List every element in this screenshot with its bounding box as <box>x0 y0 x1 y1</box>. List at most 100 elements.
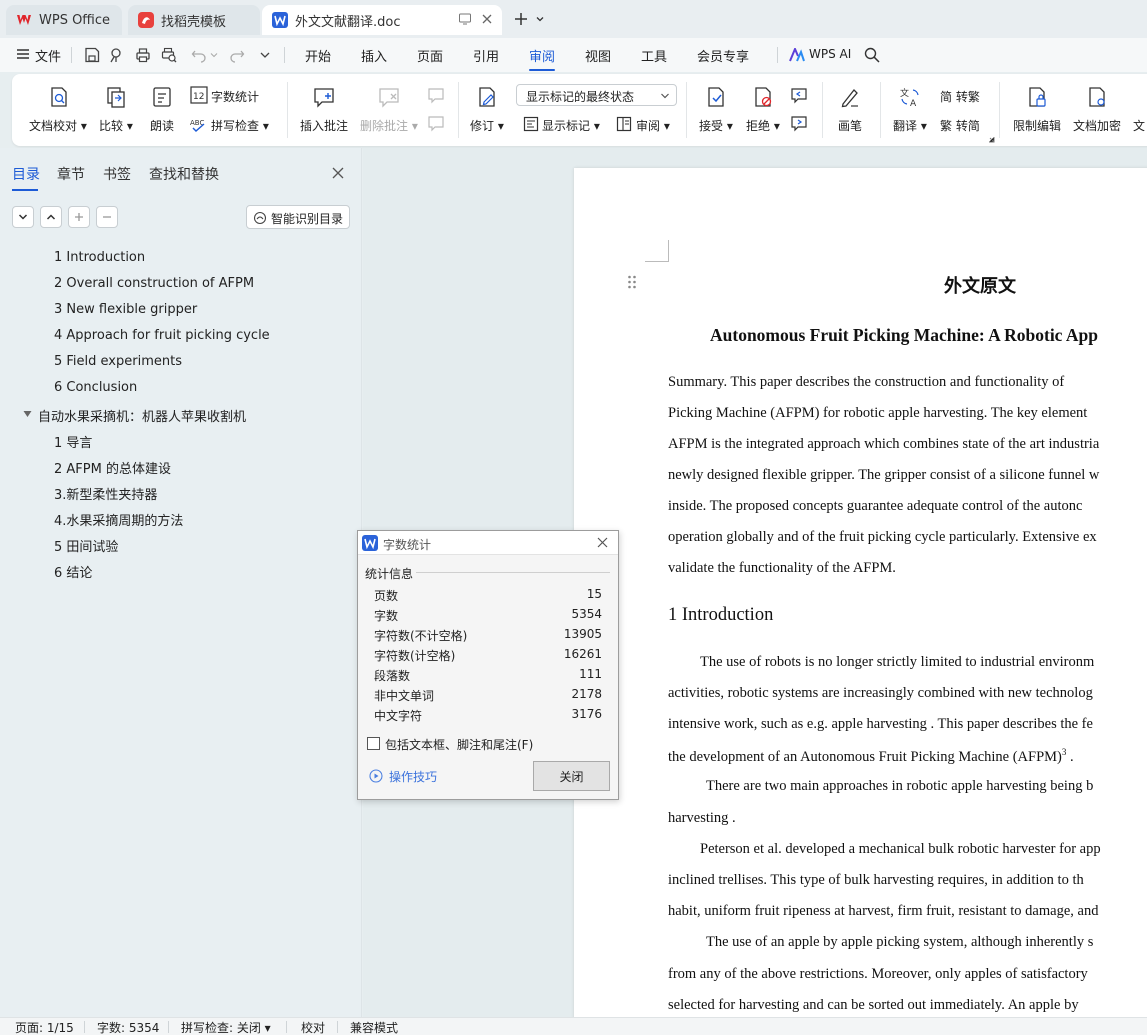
next-comment-icon[interactable] <box>427 114 445 132</box>
tab-bookmarks[interactable]: 书签 <box>103 164 131 184</box>
window-mode-icon[interactable] <box>458 12 472 26</box>
close-tab-icon[interactable] <box>480 12 494 26</box>
markup-state-select[interactable]: 显示标记的最终状态 <box>516 84 677 106</box>
track-changes-icon[interactable] <box>476 86 498 108</box>
redo-icon[interactable] <box>228 46 246 64</box>
hamburger-icon[interactable] <box>16 47 30 61</box>
tab-list-chevron-icon[interactable] <box>534 10 546 28</box>
collapse-triangle-icon[interactable] <box>23 410 32 418</box>
wps-ai-icon[interactable] <box>789 48 805 62</box>
previous-comment-icon[interactable] <box>427 86 445 104</box>
close-pane-icon[interactable] <box>331 166 345 180</box>
toc-item[interactable]: 1 导言 <box>54 432 92 451</box>
reject-change-icon[interactable] <box>752 86 774 108</box>
next-change-icon[interactable] <box>790 114 808 132</box>
play-circle-icon[interactable] <box>369 769 383 783</box>
compare-button[interactable]: 比较 ▾ <box>99 117 133 134</box>
show-markup-button[interactable]: 显示标记 ▾ <box>542 117 600 134</box>
reject-button[interactable]: 拒绝 ▾ <box>746 117 780 134</box>
doc-permission-button[interactable]: 文 <box>1133 117 1145 134</box>
restrict-edit-icon[interactable] <box>1026 86 1048 108</box>
menu-member[interactable]: 会员专享 <box>697 46 749 65</box>
wps-ai-label[interactable]: WPS AI <box>809 47 851 61</box>
spell-check-button[interactable]: 拼写检查 ▾ <box>211 117 269 134</box>
review-pane-button[interactable]: 审阅 ▾ <box>636 117 670 134</box>
document-page[interactable]: 外文原文 Autonomous Fruit Picking Machine: A… <box>574 168 1147 1017</box>
proofread-status[interactable]: 校对 <box>301 1019 325 1035</box>
toc-item[interactable]: 6 Conclusion <box>54 380 137 395</box>
expand-all-button[interactable] <box>12 206 34 228</box>
toc-item[interactable]: 2 AFPM 的总体建设 <box>54 458 171 477</box>
doc-encrypt-icon[interactable] <box>1086 86 1108 108</box>
insert-comment-button[interactable]: 插入批注 <box>300 117 348 134</box>
tab-toc[interactable]: 目录 <box>12 164 40 191</box>
more-chevron-icon[interactable] <box>256 46 274 64</box>
search-icon[interactable] <box>864 47 880 63</box>
tab-chapters[interactable]: 章节 <box>57 164 85 184</box>
tab-document[interactable]: 外文文献翻译.doc <box>262 5 502 35</box>
drag-handle-icon[interactable] <box>627 274 637 290</box>
collapse-all-button[interactable] <box>40 206 62 228</box>
toc-item[interactable]: 5 Field experiments <box>54 354 182 369</box>
translate-button[interactable]: 翻译 ▾ <box>893 117 927 134</box>
doc-encrypt-button[interactable]: 文档加密 <box>1073 117 1121 134</box>
tab-docer-templates[interactable]: 找稻壳模板 <box>128 5 260 35</box>
previous-change-icon[interactable] <box>790 86 808 104</box>
compare-icon[interactable] <box>105 86 127 108</box>
spell-check-icon[interactable]: ABC <box>190 116 208 134</box>
accept-change-icon[interactable] <box>705 86 727 108</box>
menu-insert[interactable]: 插入 <box>361 46 387 65</box>
toc-item[interactable]: 自动水果采摘机：机器人苹果收割机 <box>38 406 246 425</box>
track-changes-button[interactable]: 修订 ▾ <box>470 117 504 134</box>
menu-references[interactable]: 引用 <box>473 46 499 65</box>
read-aloud-icon[interactable] <box>151 86 173 108</box>
print-preview-icon[interactable] <box>160 46 178 64</box>
toc-item[interactable]: 4.水果采摘周期的方法 <box>54 510 183 529</box>
remove-heading-button[interactable] <box>96 206 118 228</box>
toc-item[interactable]: 5 田间试验 <box>54 536 118 555</box>
word-count-indicator[interactable]: 字数: 5354 <box>97 1019 159 1035</box>
menu-review[interactable]: 审阅 <box>529 46 556 71</box>
doc-check-button[interactable]: 文档校对 ▾ <box>29 117 87 134</box>
insert-comment-icon[interactable] <box>313 86 335 108</box>
close-button[interactable]: 关闭 <box>533 761 610 791</box>
to-simplified-button[interactable]: 繁 转简 <box>940 117 980 134</box>
toc-item[interactable]: 3.新型柔性夹持器 <box>54 484 157 503</box>
menu-home[interactable]: 开始 <box>305 46 331 65</box>
restrict-edit-button[interactable]: 限制编辑 <box>1013 117 1061 134</box>
toc-item[interactable]: 6 结论 <box>54 562 92 581</box>
menu-page[interactable]: 页面 <box>417 46 443 65</box>
include-textbox-label[interactable]: 包括文本框、脚注和尾注(F) <box>385 736 533 753</box>
toc-item[interactable]: 3 New flexible gripper <box>54 302 197 317</box>
show-markup-icon[interactable] <box>523 116 539 132</box>
menu-view[interactable]: 视图 <box>585 46 611 65</box>
review-pane-icon[interactable] <box>616 116 632 132</box>
tab-find-replace[interactable]: 查找和替换 <box>149 164 219 184</box>
delete-comment-button[interactable]: 删除批注 ▾ <box>360 117 418 134</box>
pen-icon[interactable] <box>839 86 861 108</box>
close-icon[interactable] <box>596 536 609 549</box>
dialog-launcher-icon[interactable] <box>988 136 995 143</box>
accept-button[interactable]: 接受 ▾ <box>699 117 733 134</box>
menu-tools[interactable]: 工具 <box>641 46 667 65</box>
undo-icon[interactable] <box>190 46 208 64</box>
tab-wps-office[interactable]: WPS Office <box>6 5 122 35</box>
print-icon[interactable] <box>134 46 152 64</box>
new-tab-icon[interactable] <box>512 10 530 28</box>
page-indicator[interactable]: 页面: 1/15 <box>15 1019 74 1035</box>
add-heading-button[interactable] <box>68 206 90 228</box>
toc-item[interactable]: 1 Introduction <box>54 250 145 265</box>
pen-button[interactable]: 画笔 <box>838 117 862 134</box>
read-aloud-button[interactable]: 朗读 <box>150 117 174 134</box>
spell-check-status[interactable]: 拼写检查: 关闭 ▾ <box>181 1019 271 1035</box>
toc-item[interactable]: 2 Overall construction of AFPM <box>54 276 254 291</box>
toc-item[interactable]: 4 Approach for fruit picking cycle <box>54 328 270 343</box>
word-count-button[interactable]: 字数统计 <box>211 88 259 105</box>
output-pdf-icon[interactable] <box>108 46 126 64</box>
save-icon[interactable] <box>83 46 101 64</box>
word-count-icon[interactable]: 12 <box>190 86 208 104</box>
delete-comment-icon[interactable] <box>378 86 400 108</box>
include-textbox-checkbox[interactable] <box>367 737 380 750</box>
doc-check-icon[interactable] <box>48 86 70 108</box>
undo-chevron-icon[interactable] <box>210 51 218 59</box>
